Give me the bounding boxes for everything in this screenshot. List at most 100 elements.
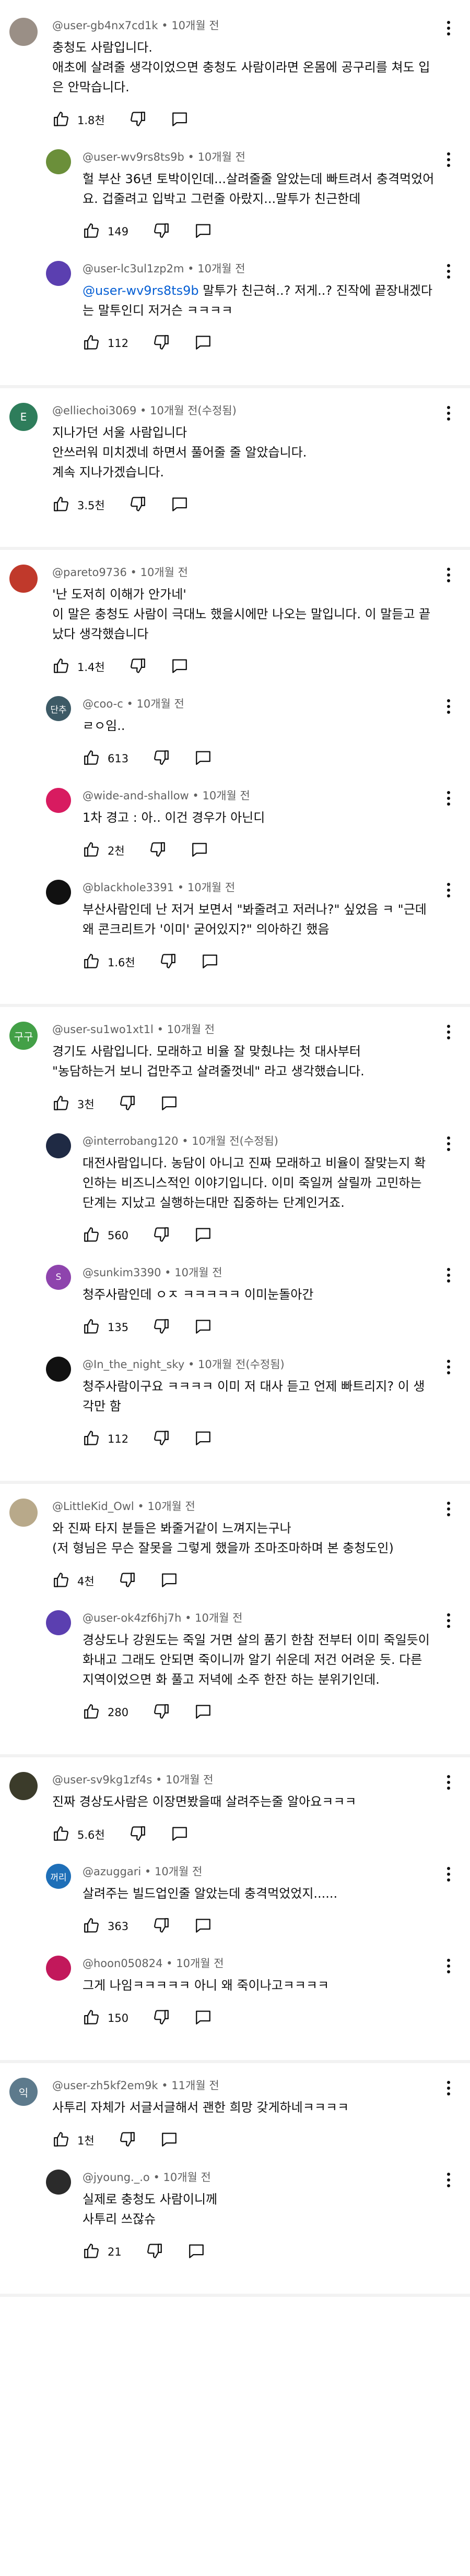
author-handle[interactable]: @user-sv9kg1zf4s bbox=[52, 1774, 152, 1786]
dislike-button[interactable] bbox=[152, 1317, 170, 1337]
dislike-button[interactable] bbox=[152, 2008, 170, 2028]
more-options-button[interactable] bbox=[441, 880, 456, 901]
timestamp[interactable]: 10개월 전 bbox=[187, 881, 235, 894]
dislike-button[interactable] bbox=[129, 1825, 147, 1844]
dislike-button[interactable] bbox=[129, 110, 147, 130]
avatar[interactable] bbox=[46, 1357, 71, 1382]
dislike-button[interactable] bbox=[159, 952, 177, 972]
timestamp[interactable]: 10개월 전(수정됨) bbox=[150, 404, 237, 417]
avatar[interactable]: 익 bbox=[9, 2078, 38, 2106]
reply-button[interactable] bbox=[171, 110, 189, 130]
dislike-button[interactable] bbox=[119, 1094, 136, 1114]
more-options-button[interactable] bbox=[441, 1864, 456, 1885]
like-button[interactable]: 4천 bbox=[52, 1571, 95, 1591]
reply-button[interactable] bbox=[160, 2130, 178, 2150]
author-handle[interactable]: @In_the_night_sky bbox=[83, 1358, 184, 1371]
reply-button[interactable] bbox=[191, 841, 208, 860]
dislike-button[interactable] bbox=[146, 2242, 163, 2262]
timestamp[interactable]: 10개월 전 bbox=[174, 1266, 222, 1279]
timestamp[interactable]: 10개월 전 bbox=[155, 1865, 202, 1878]
avatar[interactable] bbox=[46, 1610, 71, 1635]
reply-button[interactable] bbox=[171, 495, 189, 515]
avatar[interactable]: E bbox=[9, 403, 38, 431]
reply-button[interactable] bbox=[171, 1825, 189, 1844]
reply-button[interactable] bbox=[171, 657, 189, 677]
dislike-button[interactable] bbox=[129, 657, 147, 677]
like-button[interactable]: 1.6천 bbox=[83, 952, 135, 972]
like-button[interactable]: 135 bbox=[83, 1317, 128, 1337]
avatar[interactable]: 단추 bbox=[46, 696, 71, 721]
timestamp[interactable]: 10개월 전 bbox=[147, 1500, 195, 1513]
author-handle[interactable]: @jyoung._.o bbox=[83, 2171, 150, 2184]
reply-button[interactable] bbox=[194, 1317, 212, 1337]
like-button[interactable]: 280 bbox=[83, 1703, 128, 1722]
dislike-button[interactable] bbox=[152, 749, 170, 769]
like-button[interactable]: 1.8천 bbox=[52, 110, 105, 130]
dislike-button[interactable] bbox=[152, 1916, 170, 1936]
author-handle[interactable]: @blackhole3391 bbox=[83, 881, 174, 894]
timestamp[interactable]: 10개월 전 bbox=[166, 1774, 213, 1786]
like-button[interactable]: 112 bbox=[83, 1429, 128, 1449]
reply-button[interactable] bbox=[194, 1429, 212, 1449]
author-handle[interactable]: @elliechoi3069 bbox=[52, 404, 136, 417]
more-options-button[interactable] bbox=[441, 2078, 456, 2099]
mention-link[interactable]: @user-wv9rs8ts9b bbox=[83, 283, 199, 298]
dislike-button[interactable] bbox=[129, 495, 147, 515]
avatar[interactable] bbox=[9, 18, 38, 46]
author-handle[interactable]: @azuggari bbox=[83, 1865, 141, 1878]
more-options-button[interactable] bbox=[441, 1022, 456, 1043]
avatar[interactable] bbox=[46, 788, 71, 813]
dislike-button[interactable] bbox=[152, 1703, 170, 1722]
avatar[interactable] bbox=[46, 261, 71, 286]
like-button[interactable]: 3.5천 bbox=[52, 495, 105, 515]
dislike-button[interactable] bbox=[152, 222, 170, 242]
avatar[interactable]: 구구 bbox=[9, 1022, 38, 1050]
timestamp[interactable]: 10개월 전 bbox=[203, 789, 250, 802]
timestamp[interactable]: 11개월 전 bbox=[171, 2079, 219, 2092]
more-options-button[interactable] bbox=[441, 565, 456, 585]
author-handle[interactable]: @user-su1wo1xt1l bbox=[52, 1023, 154, 1036]
avatar[interactable] bbox=[9, 1772, 38, 1800]
reply-button[interactable] bbox=[187, 2242, 205, 2262]
more-options-button[interactable] bbox=[441, 18, 456, 39]
more-options-button[interactable] bbox=[441, 2170, 456, 2190]
avatar[interactable] bbox=[46, 1133, 71, 1158]
timestamp[interactable]: 10개월 전 bbox=[167, 1023, 215, 1036]
author-handle[interactable]: @hoon050824 bbox=[83, 1957, 162, 1970]
like-button[interactable]: 1.4천 bbox=[52, 657, 105, 677]
more-options-button[interactable] bbox=[441, 1265, 456, 1286]
timestamp[interactable]: 10개월 전(수정됨) bbox=[192, 1135, 278, 1147]
author-handle[interactable]: @wide-and-shallow bbox=[83, 789, 189, 802]
avatar[interactable] bbox=[9, 1499, 38, 1527]
timestamp[interactable]: 10개월 전 bbox=[198, 151, 245, 163]
timestamp[interactable]: 10개월 전 bbox=[195, 1612, 242, 1624]
more-options-button[interactable] bbox=[441, 1133, 456, 1154]
author-handle[interactable]: @user-wv9rs8ts9b bbox=[83, 151, 184, 163]
author-handle[interactable]: @user-zh5kf2em9k bbox=[52, 2079, 158, 2092]
more-options-button[interactable] bbox=[441, 403, 456, 424]
author-handle[interactable]: @user-lc3ul1zp2m bbox=[83, 262, 184, 275]
author-handle[interactable]: @LittleKid_Owl bbox=[52, 1500, 134, 1513]
timestamp[interactable]: 10개월 전 bbox=[140, 566, 188, 579]
like-button[interactable]: 3천 bbox=[52, 1094, 95, 1114]
more-options-button[interactable] bbox=[441, 261, 456, 282]
author-handle[interactable]: @coo-c bbox=[83, 698, 123, 710]
author-handle[interactable]: @user-gb4nx7cd1k bbox=[52, 19, 158, 32]
timestamp[interactable]: 10개월 전 bbox=[171, 19, 219, 32]
reply-button[interactable] bbox=[194, 222, 212, 242]
avatar[interactable] bbox=[9, 565, 38, 593]
dislike-button[interactable] bbox=[152, 333, 170, 353]
like-button[interactable]: 1천 bbox=[52, 2130, 95, 2150]
reply-button[interactable] bbox=[194, 1226, 212, 1245]
like-button[interactable]: 112 bbox=[83, 333, 128, 353]
avatar[interactable] bbox=[46, 2170, 71, 2195]
like-button[interactable]: 560 bbox=[83, 1226, 128, 1245]
like-button[interactable]: 21 bbox=[83, 2242, 122, 2262]
dislike-button[interactable] bbox=[149, 841, 167, 860]
author-handle[interactable]: @pareto9736 bbox=[52, 566, 127, 579]
author-handle[interactable]: @sunkim3390 bbox=[83, 1266, 161, 1279]
more-options-button[interactable] bbox=[441, 1772, 456, 1793]
more-options-button[interactable] bbox=[441, 788, 456, 809]
like-button[interactable]: 363 bbox=[83, 1916, 128, 1936]
more-options-button[interactable] bbox=[441, 1357, 456, 1377]
